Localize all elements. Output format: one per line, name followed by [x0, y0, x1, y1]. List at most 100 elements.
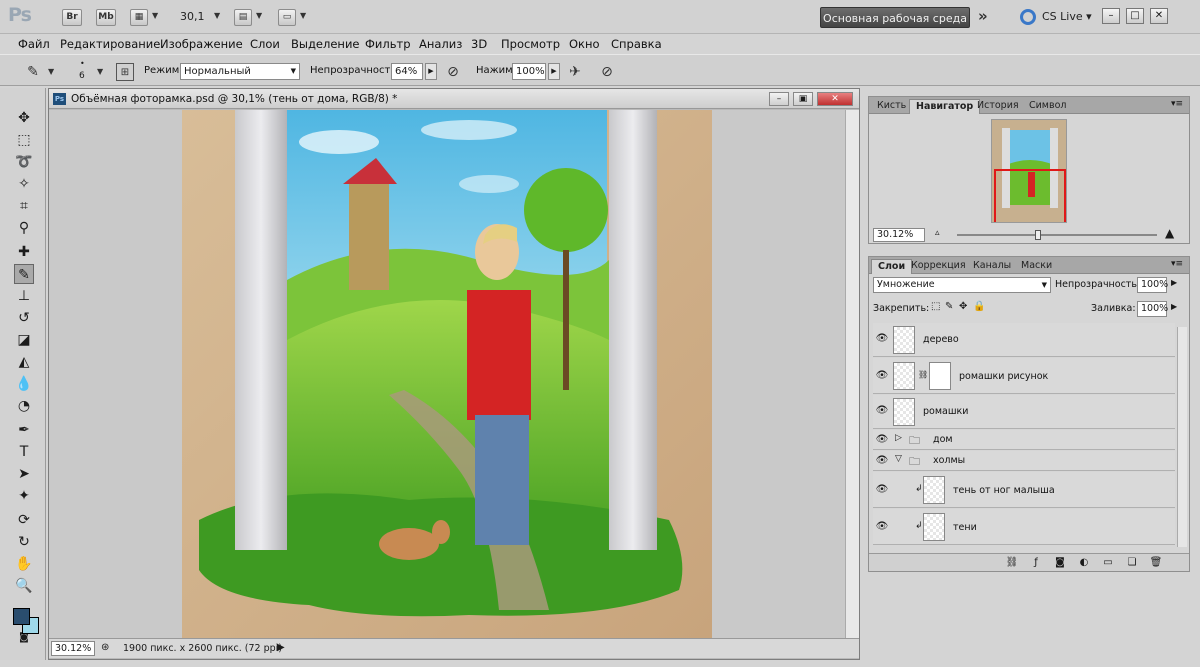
- menu-layers[interactable]: Слои: [250, 37, 280, 51]
- eye-icon[interactable]: 👁: [875, 455, 889, 467]
- chevron-down-icon[interactable]: ▼: [214, 11, 220, 20]
- collapse-arrow-icon[interactable]: ▽: [895, 454, 902, 464]
- mode-select[interactable]: Нормальный ▼: [180, 63, 300, 80]
- chevron-down-icon[interactable]: ▼: [152, 11, 158, 20]
- shape-tool-icon[interactable]: ✦: [14, 486, 34, 506]
- navigator-zoom-slider[interactable]: [957, 234, 1157, 236]
- status-zoom-input[interactable]: 30.12%: [51, 641, 95, 656]
- paint-bucket-tool-icon[interactable]: ◭: [14, 352, 34, 372]
- workspace-button[interactable]: Основная рабочая среда: [820, 7, 970, 28]
- tab-history[interactable]: История: [971, 99, 1025, 114]
- fill-input[interactable]: 100%: [1137, 301, 1168, 317]
- chevron-down-icon[interactable]: ▼: [97, 67, 103, 76]
- opacity-arrow-icon[interactable]: ▶: [1171, 278, 1177, 287]
- layer-style-icon[interactable]: ƒ: [1029, 556, 1043, 570]
- zoom-tool-icon[interactable]: 🔍: [14, 576, 34, 596]
- extras-icon[interactable]: ▦: [130, 9, 148, 26]
- airbrush-icon[interactable]: ✈: [566, 63, 584, 81]
- chevron-down-icon[interactable]: ▼: [256, 11, 262, 20]
- layer-row[interactable]: 👁 дерево: [873, 323, 1175, 357]
- hand-tool-icon[interactable]: ✋: [14, 554, 34, 574]
- clone-stamp-tool-icon[interactable]: ⊥: [14, 286, 34, 306]
- layers-scrollbar[interactable]: [1177, 327, 1187, 547]
- menu-3d[interactable]: 3D: [471, 37, 487, 51]
- eyedropper-tool-icon[interactable]: ⚲: [14, 218, 34, 238]
- dodge-tool-icon[interactable]: ◔: [14, 396, 34, 416]
- navigator-zoom-input[interactable]: 30.12%: [873, 228, 925, 242]
- link-icon[interactable]: ⛓: [918, 370, 928, 379]
- delete-layer-icon[interactable]: 🗑: [1149, 556, 1163, 570]
- layer-opacity-input[interactable]: 100%: [1137, 277, 1168, 293]
- new-group-icon[interactable]: ▭: [1101, 556, 1115, 570]
- status-menu-icon[interactable]: ⊛: [101, 642, 109, 653]
- chevron-down-icon[interactable]: ▼: [48, 67, 54, 76]
- tablet-pressure-size-icon[interactable]: ⊘: [598, 63, 616, 81]
- bridge-button[interactable]: Br: [62, 9, 82, 26]
- close-button[interactable]: ✕: [1150, 8, 1168, 24]
- history-brush-tool-icon[interactable]: ↺: [14, 308, 34, 328]
- panel-menu-icon[interactable]: ▾≡: [1171, 99, 1183, 109]
- doc-close-button[interactable]: ✕: [817, 92, 853, 106]
- zoom-out-icon[interactable]: ▵: [935, 228, 940, 238]
- foreground-color-swatch[interactable]: [13, 608, 30, 625]
- menu-select[interactable]: Выделение: [291, 37, 360, 51]
- canvas-area[interactable]: [49, 110, 845, 638]
- eye-icon[interactable]: 👁: [875, 333, 889, 345]
- screen-mode-icon[interactable]: ▭: [278, 9, 296, 26]
- type-tool-icon[interactable]: T: [14, 442, 34, 462]
- layer-row[interactable]: 👁 ромашки: [873, 395, 1175, 429]
- eye-icon[interactable]: 👁: [875, 405, 889, 417]
- expand-arrow-icon[interactable]: ▷: [895, 433, 902, 443]
- status-arrow-icon[interactable]: ▶: [277, 642, 285, 653]
- crop-tool-icon[interactable]: ⌗: [14, 196, 34, 216]
- quick-selection-tool-icon[interactable]: ✧: [14, 174, 34, 194]
- adjustment-layer-icon[interactable]: ◐: [1077, 556, 1091, 570]
- eraser-tool-icon[interactable]: ◪: [14, 330, 34, 350]
- opacity-input[interactable]: 64%: [391, 63, 423, 80]
- eye-icon[interactable]: 👁: [875, 370, 889, 382]
- vertical-scrollbar[interactable]: [845, 110, 859, 638]
- blend-mode-select[interactable]: Умножение ▼: [873, 277, 1051, 293]
- more-workspaces-icon[interactable]: »: [978, 7, 988, 25]
- layer-row[interactable]: 👁 ⛓ ромашки рисунок: [873, 358, 1175, 394]
- layer-row[interactable]: 👁 ↲ тень от ног малыша: [873, 472, 1175, 508]
- menu-analysis[interactable]: Анализ: [419, 37, 462, 51]
- lock-position-icon[interactable]: ✥: [959, 301, 967, 312]
- doc-restore-button[interactable]: ▣: [793, 92, 813, 106]
- eye-icon[interactable]: 👁: [875, 484, 889, 496]
- arrange-documents-icon[interactable]: ▤: [234, 9, 252, 26]
- menu-view[interactable]: Просмотр: [501, 37, 560, 51]
- brush-tool-preset-icon[interactable]: ✎: [24, 63, 42, 81]
- layer-row[interactable]: 👁 ↲ тени: [873, 509, 1175, 545]
- blur-tool-icon[interactable]: 💧: [14, 374, 34, 394]
- navigator-thumbnail[interactable]: [991, 119, 1067, 223]
- zoom-slider-knob[interactable]: [1035, 230, 1041, 240]
- tab-channels[interactable]: Каналы: [967, 259, 1017, 274]
- doc-minimize-button[interactable]: –: [769, 92, 789, 106]
- path-selection-tool-icon[interactable]: ➤: [14, 464, 34, 484]
- lasso-tool-icon[interactable]: ➰: [14, 152, 34, 172]
- menu-edit[interactable]: Редактирование: [60, 37, 160, 51]
- fill-arrow-icon[interactable]: ▶: [1171, 302, 1177, 311]
- 3d-orbit-tool-icon[interactable]: ↻: [14, 532, 34, 552]
- cs-live-button[interactable]: CS Live ▾: [1042, 10, 1092, 23]
- tab-brush[interactable]: Кисть: [871, 99, 912, 114]
- lock-all-icon[interactable]: 🔒: [973, 301, 985, 312]
- tab-navigator[interactable]: Навигатор: [909, 99, 981, 114]
- cs-live-icon[interactable]: [1020, 9, 1036, 25]
- pen-tool-icon[interactable]: ✒: [14, 420, 34, 440]
- new-layer-icon[interactable]: ❏: [1125, 556, 1139, 570]
- move-tool-icon[interactable]: ✥: [14, 108, 34, 128]
- menu-filter[interactable]: Фильтр: [365, 37, 411, 51]
- healing-brush-tool-icon[interactable]: ✚: [14, 242, 34, 262]
- tab-masks[interactable]: Маски: [1015, 259, 1058, 274]
- lock-transparency-icon[interactable]: ⬚: [931, 301, 940, 312]
- menu-help[interactable]: Справка: [611, 37, 662, 51]
- document-title-bar[interactable]: Ps Объёмная фоторамка.psd @ 30,1% (тень …: [49, 89, 859, 109]
- marquee-tool-icon[interactable]: ⬚: [14, 130, 34, 150]
- minimize-button[interactable]: –: [1102, 8, 1120, 24]
- zoom-level[interactable]: 30,1: [180, 10, 205, 23]
- tab-character[interactable]: Символ: [1023, 99, 1072, 114]
- zoom-in-icon[interactable]: ▲: [1165, 226, 1174, 240]
- menu-image[interactable]: Изображение: [160, 37, 243, 51]
